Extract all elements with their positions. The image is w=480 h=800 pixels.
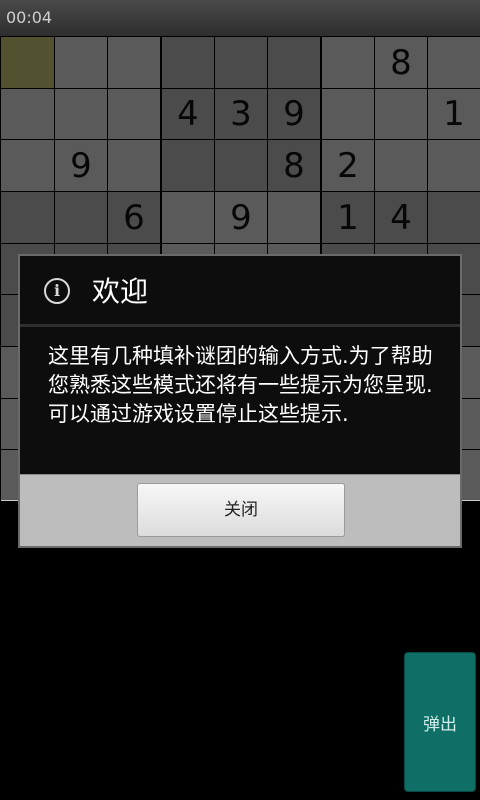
dialog-message: 这里有几种填补谜团的输入方式.为了帮助您熟悉这些模式还将有一些提示为您呈现.可以…: [48, 344, 433, 426]
dialog-title: 欢迎: [92, 275, 149, 308]
dialog-divider: [20, 324, 460, 327]
close-button[interactable]: 关闭: [137, 483, 345, 537]
dialog-button-bar: 关闭: [20, 474, 460, 546]
popup-button[interactable]: 弹出: [404, 652, 476, 792]
dialog-header: i 欢迎: [20, 256, 460, 324]
status-time: 00:04: [6, 8, 53, 27]
info-icon: i: [44, 278, 70, 304]
status-bar: 00:04: [0, 0, 480, 36]
welcome-dialog: i 欢迎 这里有几种填补谜团的输入方式.为了帮助您熟悉这些模式还将有一些提示为您…: [18, 254, 462, 548]
